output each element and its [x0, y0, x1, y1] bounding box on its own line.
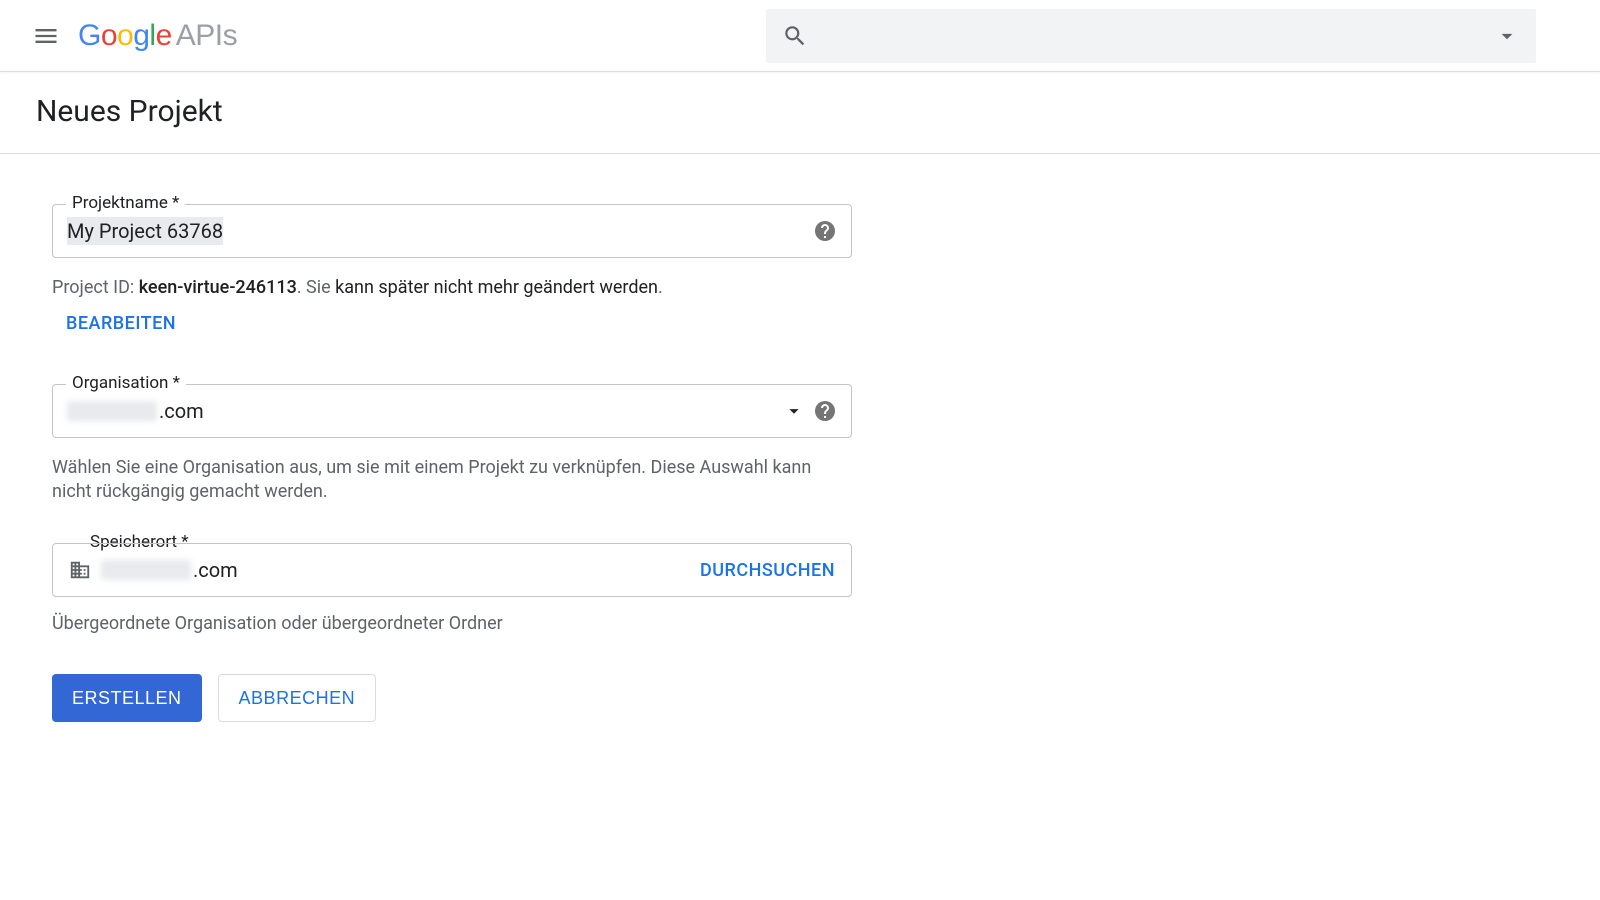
project-id-helper: Project ID: keen-virtue-246113. Sie kann… [52, 276, 848, 299]
menu-button[interactable] [24, 14, 68, 58]
organization-helper: Wählen Sie eine Organisation aus, um sie… [52, 456, 848, 503]
location-helper: Übergeordnete Organisation oder übergeor… [52, 613, 848, 634]
form-actions: ERSTELLEN ABBRECHEN [52, 674, 848, 722]
project-name-field-wrap: Projektname * My Project 63768 [52, 204, 848, 258]
search-dropdown-icon[interactable] [1494, 23, 1520, 49]
location-section: Speicherort * .com DURCHSUCHEN Übergeord… [52, 543, 848, 634]
search-input[interactable] [820, 25, 1494, 46]
organization-label: Organisation * [66, 373, 186, 393]
new-project-form: Projektname * My Project 63768 Project I… [0, 154, 900, 758]
project-name-value[interactable]: My Project 63768 [67, 217, 223, 245]
chevron-down-icon[interactable] [783, 400, 805, 422]
search-bar[interactable] [766, 9, 1536, 63]
search-icon [782, 23, 808, 49]
help-icon[interactable] [813, 399, 837, 423]
page-title-bar: Neues Projekt [0, 72, 1600, 154]
organization-section: Organisation * .com Wählen Sie eine Orga… [52, 384, 848, 503]
organization-value: .com [67, 399, 204, 423]
location-value: .com [101, 558, 238, 582]
edit-project-id-link[interactable]: BEARBEITEN [66, 313, 176, 334]
cancel-button[interactable]: ABBRECHEN [218, 674, 377, 722]
logo-apis: APIs [176, 19, 237, 53]
organization-field-wrap: Organisation * .com [52, 384, 848, 438]
browse-link[interactable]: DURCHSUCHEN [700, 560, 835, 581]
organization-icon [69, 559, 91, 581]
help-icon[interactable] [813, 219, 837, 243]
menu-icon [32, 22, 60, 50]
create-button[interactable]: ERSTELLEN [52, 674, 202, 722]
project-name-label: Projektname * [66, 193, 185, 213]
organization-value-redacted [67, 401, 157, 421]
location-field[interactable]: .com DURCHSUCHEN [52, 543, 852, 597]
location-value-redacted [101, 560, 191, 580]
page-title: Neues Projekt [36, 94, 1564, 129]
header: Google APIs [0, 0, 1600, 72]
logo: Google APIs [78, 19, 237, 53]
location-field-wrap: Speicherort * .com DURCHSUCHEN [52, 543, 848, 597]
